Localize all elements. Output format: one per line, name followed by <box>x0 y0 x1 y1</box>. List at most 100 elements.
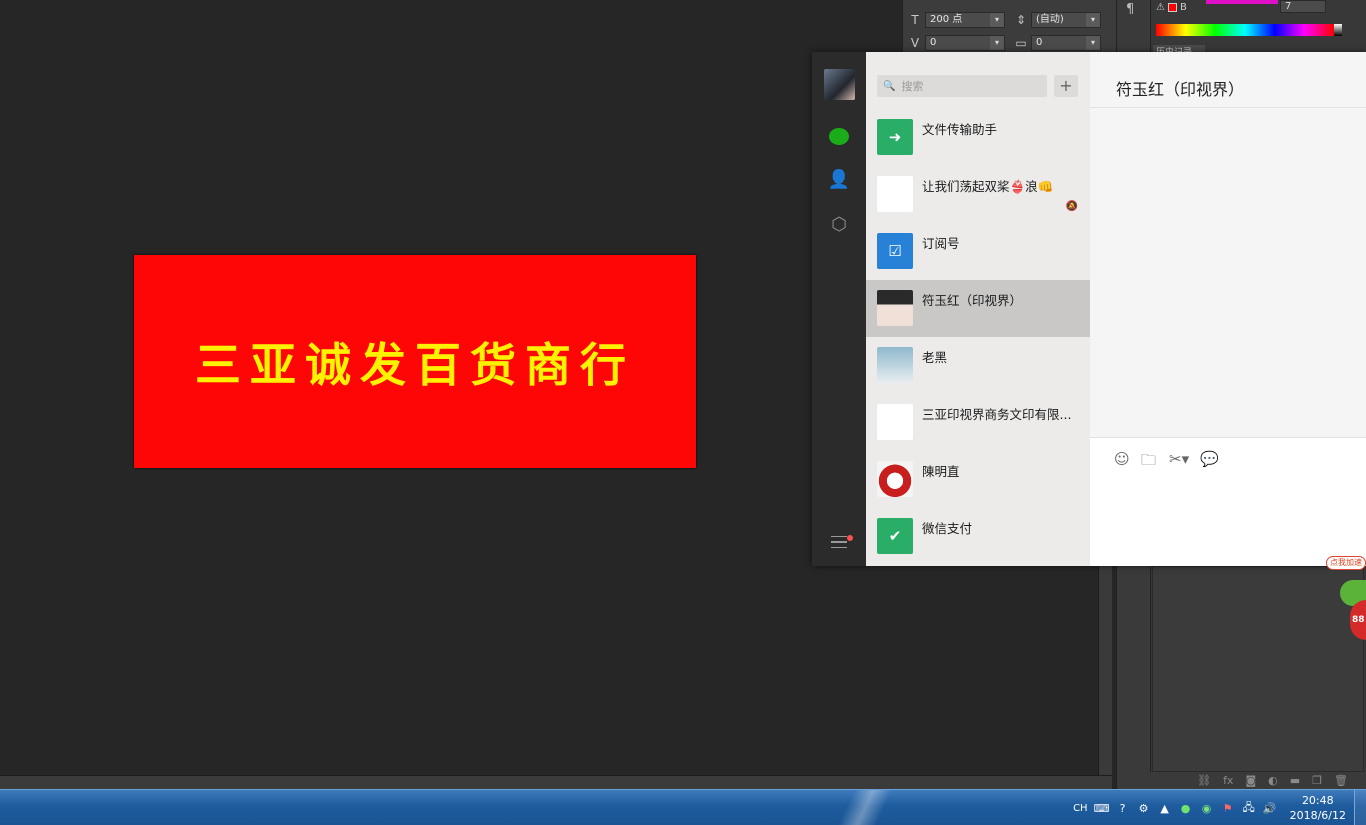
group-avatar <box>877 176 913 212</box>
message-input[interactable]: ☺ 🗀 ✂▾ 💬 <box>1090 437 1366 566</box>
color-slider[interactable] <box>1206 0 1278 4</box>
conversation-name: 老黑 <box>922 350 948 365</box>
list-item[interactable]: ✔ 微信支付 <box>866 508 1090 565</box>
adjustment-icon[interactable]: ◐ <box>1268 774 1278 787</box>
emoji-icon[interactable]: ☺ <box>1114 450 1130 468</box>
show-desktop-button[interactable] <box>1354 790 1366 825</box>
tracking-field[interactable]: 0 ▾ <box>1031 35 1101 51</box>
grayscale-ramp[interactable] <box>1334 24 1342 36</box>
settings-icon[interactable]: ⚙ <box>1137 801 1151 815</box>
mute-icon: 🔕 <box>1065 201 1078 212</box>
volume-icon[interactable]: 🔊 <box>1263 801 1277 815</box>
clock[interactable]: 20:48 2018/6/12 <box>1290 793 1346 823</box>
file-transfer-icon: ➜ <box>877 119 913 155</box>
avatar <box>877 347 913 383</box>
chat-panel: 符玉红（印视界） ☺ 🗀 ✂▾ 💬 <box>1090 52 1366 566</box>
canvas-horizontal-scrollbar[interactable] <box>0 775 1112 789</box>
layers-panel <box>1152 566 1364 772</box>
chat-icon[interactable] <box>827 124 851 148</box>
trash-icon[interactable]: 🗑 <box>1334 774 1348 787</box>
taskbar: CH ⌨ ? ⚙ ▲ ● ◉ ⚑ 🖧 🔊 20:48 2018/6/12 <box>0 789 1366 825</box>
layers-toolbar: ⛓ fx ◙ ◐ ▬ ❐ 🗑 <box>1150 772 1366 789</box>
accelerator-tray-icon[interactable]: ◉ <box>1200 801 1214 815</box>
wechat-sidebar: 👤 ⬡ <box>812 52 866 566</box>
action-center-flag-icon[interactable]: ⚑ <box>1221 801 1235 815</box>
font-size-field[interactable]: 200 点 ▾ <box>925 12 1005 28</box>
conversation-name: 符玉红（印视界） <box>922 293 1023 308</box>
accelerate-badge[interactable]: 点我加速 <box>1326 556 1366 570</box>
chevron-down-icon[interactable]: ▾ <box>990 36 1004 50</box>
leading-value: (自动) <box>1036 14 1064 25</box>
chevron-down-icon[interactable]: ▾ <box>1086 36 1100 50</box>
chat-history-icon[interactable]: 💬 <box>1200 450 1219 468</box>
character-panel: T 200 点 ▾ ⇕ (自动) ▾ V 0 ▾ ▭ 0 ▾ <box>902 0 1116 52</box>
color-channel-row: ⚠ B <box>1156 0 1187 14</box>
list-item[interactable]: ➜ 文件传输助手 <box>866 109 1090 166</box>
color-swatch[interactable] <box>1167 2 1177 12</box>
search-placeholder: 搜索 <box>901 80 924 93</box>
new-layer-icon[interactable]: ❐ <box>1312 774 1322 787</box>
kerning-field[interactable]: 0 ▾ <box>925 35 1005 51</box>
system-tray: CH ⌨ ? ⚙ ▲ ● ◉ ⚑ 🖧 🔊 20:48 2018/6/12 <box>1073 790 1346 825</box>
add-button[interactable]: + <box>1054 75 1078 97</box>
conversation-name: 订阅号 <box>922 236 960 251</box>
menu-icon[interactable] <box>831 536 847 548</box>
font-size-value: 200 点 <box>930 14 963 25</box>
color-spectrum[interactable] <box>1156 24 1334 36</box>
search-icon: 🔍 <box>883 80 896 92</box>
paragraph-icon[interactable]: ¶ <box>1126 2 1134 17</box>
avatar <box>877 461 913 497</box>
leading-field[interactable]: (自动) ▾ <box>1031 12 1101 28</box>
conversation-name: 文件传输助手 <box>922 122 998 137</box>
banner-artwork[interactable]: 三亚诚发百货商行 <box>134 255 696 468</box>
folder-icon[interactable]: ▬ <box>1290 774 1300 787</box>
conversation-name: 让我们荡起双桨👙浪👊 <box>922 179 1054 194</box>
scissors-icon[interactable]: ✂▾ <box>1169 450 1189 468</box>
help-icon[interactable]: ? <box>1116 801 1130 815</box>
conversation-name: 微信支付 <box>922 521 973 536</box>
contacts-icon[interactable]: 👤 <box>827 167 851 191</box>
link-icon[interactable]: ⛓ <box>1197 774 1211 787</box>
warning-icon: ⚠ <box>1156 1 1165 13</box>
conversation-name: 三亚印视界商务文印有限... <box>922 407 1072 422</box>
channel-label: B <box>1179 1 1187 13</box>
fx-icon[interactable]: fx <box>1223 774 1233 787</box>
group-avatar <box>877 404 913 440</box>
chat-title: 符玉红（印视界） <box>1116 80 1245 99</box>
kerning-icon: V <box>910 36 920 50</box>
tracking-value: 0 <box>1036 37 1043 48</box>
cube-icon[interactable]: ⬡ <box>827 212 851 236</box>
wechat-tray-icon[interactable]: ● <box>1179 801 1193 815</box>
show-hidden-icons-icon[interactable]: ▲ <box>1158 801 1172 815</box>
list-item[interactable]: 三亚印视界商务文印有限... <box>866 394 1090 451</box>
divider <box>1090 107 1366 108</box>
clock-time: 20:48 <box>1301 794 1334 807</box>
wechat-window: 👤 ⬡ 🔍 搜索 + ➜ 文件传输助手 让我们荡起双桨👙浪👊 🔕 ☑ 订阅号 符… <box>812 52 1366 566</box>
list-item[interactable]: 陳明直 <box>866 451 1090 508</box>
banner-text: 三亚诚发百货商行 <box>195 337 635 392</box>
list-item[interactable]: 老黑 <box>866 337 1090 394</box>
kerning-value: 0 <box>930 37 937 48</box>
leading-icon: ⇕ <box>1015 13 1027 27</box>
tracking-icon: ▭ <box>1015 36 1027 50</box>
network-icon[interactable]: 🖧 <box>1242 801 1256 815</box>
subscription-icon: ☑ <box>877 233 913 269</box>
channel-value-field[interactable]: 7 <box>1280 0 1326 13</box>
notification-dot <box>847 535 853 541</box>
avatar[interactable] <box>824 69 855 100</box>
language-indicator[interactable]: CH <box>1073 803 1088 814</box>
list-item[interactable]: 让我们荡起双桨👙浪👊 🔕 <box>866 166 1090 223</box>
mask-icon[interactable]: ◙ <box>1245 774 1256 787</box>
conversation-list: 🔍 搜索 + ➜ 文件传输助手 让我们荡起双桨👙浪👊 🔕 ☑ 订阅号 符玉红（印… <box>866 52 1090 566</box>
font-size-icon: T <box>911 13 919 27</box>
keyboard-icon[interactable]: ⌨ <box>1094 801 1110 815</box>
avatar <box>877 290 913 326</box>
wechat-pay-icon: ✔ <box>877 518 913 554</box>
conversation-name: 陳明直 <box>922 464 960 479</box>
list-item[interactable]: ☑ 订阅号 <box>866 223 1090 280</box>
folder-icon[interactable]: 🗀 <box>1141 450 1156 475</box>
chevron-down-icon[interactable]: ▾ <box>1086 13 1100 27</box>
chevron-down-icon[interactable]: ▾ <box>990 13 1004 27</box>
list-item[interactable]: 符玉红（印视界） <box>866 280 1090 337</box>
search-input[interactable]: 🔍 搜索 <box>877 75 1047 97</box>
